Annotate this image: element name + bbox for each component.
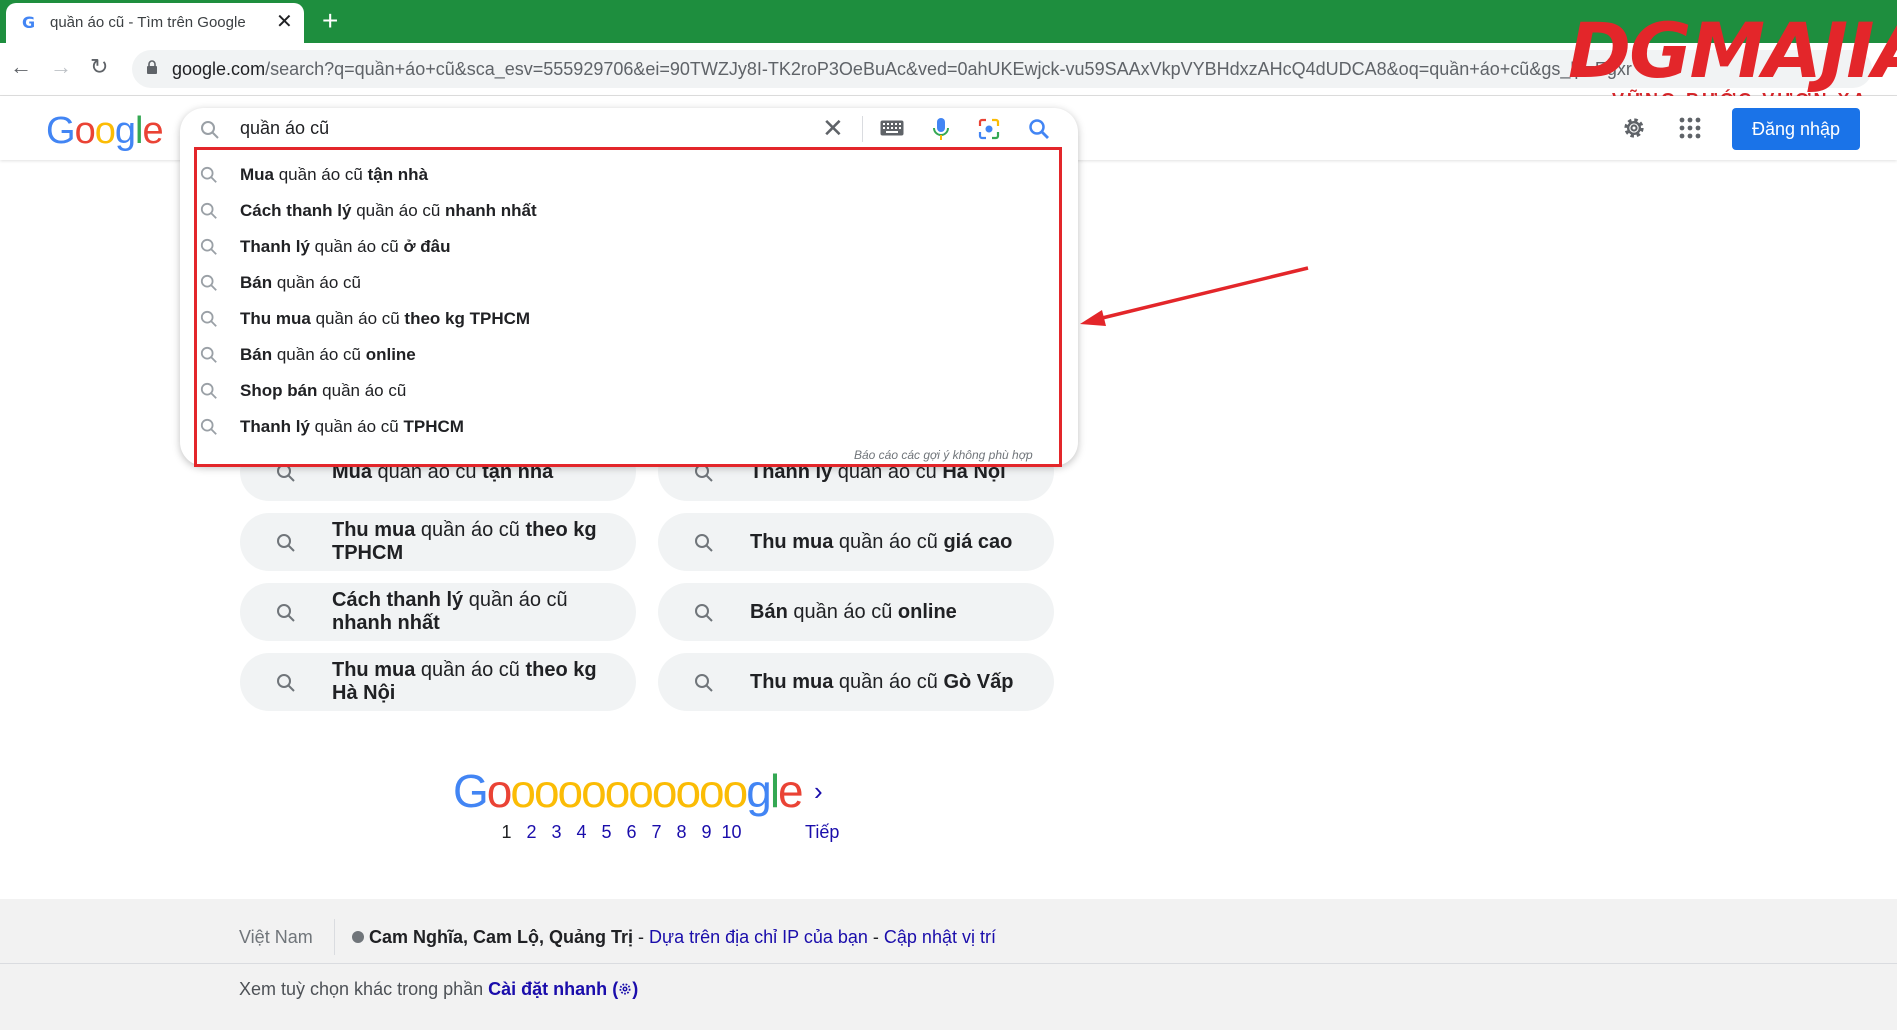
lock-icon xyxy=(147,60,157,74)
search-icon xyxy=(201,121,219,139)
search-divider xyxy=(862,116,863,142)
page-number-link[interactable]: 5 xyxy=(594,822,619,843)
clear-search-icon[interactable]: ✕ xyxy=(822,114,844,142)
reload-icon[interactable]: ↻ xyxy=(90,53,108,81)
forward-arrow-icon[interactable]: → xyxy=(50,53,72,81)
related-search-chip[interactable]: Bán quần áo cũ online xyxy=(658,583,1054,641)
suggestion-item[interactable]: Thanh lý quần áo cũ ở đâu xyxy=(200,232,1020,262)
related-search-text: Cách thanh lý quần áo cũ nhanh nhất xyxy=(332,589,568,634)
search-icon xyxy=(200,202,217,219)
related-search-chip[interactable]: Thu mua quần áo cũ theo kg TPHCM xyxy=(240,513,636,571)
sign-in-button[interactable]: Đăng nhập xyxy=(1732,108,1860,150)
search-icon xyxy=(200,346,217,363)
next-chevron-icon[interactable]: › xyxy=(814,776,823,807)
ip-based-link[interactable]: Dựa trên địa chỉ IP của bạn xyxy=(649,927,868,947)
related-search-text: Thu mua quần áo cũ Gò Vấp xyxy=(750,670,1014,693)
page-numbers: 1 2 3 4 5 6 7 8 9 10 xyxy=(494,822,744,843)
search-icon xyxy=(277,534,295,552)
annotation-arrow xyxy=(1080,266,1309,326)
suggestion-text: Thanh lý quần áo cũ ở đâu xyxy=(240,237,451,256)
page-number-link[interactable]: 2 xyxy=(519,822,544,843)
search-icon xyxy=(695,534,713,552)
footer-settings-text: Xem tuỳ chọn khác trong phần Cài đặt nha… xyxy=(239,979,638,1000)
search-icon xyxy=(200,418,217,435)
back-arrow-icon[interactable]: ← xyxy=(10,53,32,81)
suggestion-item[interactable]: Mua quần áo cũ tận nhà xyxy=(200,160,1020,190)
suggestion-item[interactable]: Bán quần áo cũ online xyxy=(200,340,1020,370)
report-suggestions-link[interactable]: Báo cáo các gợi ý không phù hợp xyxy=(854,448,1033,462)
page-number-link[interactable]: 3 xyxy=(544,822,569,843)
related-search-chip[interactable]: Cách thanh lý quần áo cũ nhanh nhất xyxy=(240,583,636,641)
pagination-logo: Gooooooooooogle xyxy=(453,765,804,817)
brand-name: DGMAJIA xyxy=(1568,6,1897,95)
new-tab-button[interactable]: + xyxy=(322,6,338,36)
search-icon xyxy=(277,604,295,622)
tab-close-icon[interactable]: ✕ xyxy=(276,11,293,33)
search-icon xyxy=(200,166,217,183)
related-search-chip[interactable]: Thu mua quần áo cũ Gò Vấp xyxy=(658,653,1054,711)
quick-settings-link[interactable]: Cài đặt nhanh () xyxy=(488,979,638,999)
suggestion-text: Thu mua quần áo cũ theo kg TPHCM xyxy=(240,309,531,328)
browser-tab[interactable]: G quần áo cũ - Tìm trên Google ✕ xyxy=(6,3,304,43)
suggestion-text: Shop bán quần áo cũ xyxy=(240,381,407,400)
suggestion-item[interactable]: Thanh lý quần áo cũ TPHCM xyxy=(200,412,1020,442)
footer-dash: - xyxy=(867,927,884,947)
google-logo[interactable]: Google xyxy=(46,110,164,153)
footer: Việt Nam Cam Nghĩa, Cam Lộ, Quảng Trị - … xyxy=(0,899,1897,1030)
search-icon xyxy=(200,310,217,327)
page-number-link[interactable]: 7 xyxy=(644,822,669,843)
suggestion-item[interactable]: Shop bán quần áo cũ xyxy=(200,376,1020,406)
google-apps-icon[interactable] xyxy=(1678,116,1702,140)
microphone-icon[interactable] xyxy=(932,117,950,141)
suggestion-text: Bán quần áo cũ online xyxy=(240,345,416,364)
suggestion-text: Cách thanh lý quần áo cũ nhanh nhất xyxy=(240,201,537,220)
suggestion-text: Bán quần áo cũ xyxy=(240,273,361,292)
suggestion-text: Mua quần áo cũ tận nhà xyxy=(240,165,429,184)
suggestion-text: Thanh lý quần áo cũ TPHCM xyxy=(240,417,464,436)
page-number-link[interactable]: 8 xyxy=(669,822,694,843)
related-search-text: Thu mua quần áo cũ theo kg TPHCM xyxy=(332,519,597,564)
search-icon xyxy=(695,604,713,622)
search-icon xyxy=(200,382,217,399)
related-search-text: Bán quần áo cũ online xyxy=(750,600,957,623)
search-input[interactable]: quần áo cũ xyxy=(240,118,329,139)
related-search-chip[interactable]: Thu mua quần áo cũ giá cao xyxy=(658,513,1054,571)
suggestion-item[interactable]: Bán quần áo cũ xyxy=(200,268,1020,298)
google-favicon-icon: G xyxy=(22,13,36,32)
location-dot-icon xyxy=(352,931,364,943)
settings-prefix: Xem tuỳ chọn khác trong phần xyxy=(239,979,489,999)
search-icon xyxy=(277,674,295,692)
next-page-link[interactable]: Tiếp xyxy=(805,822,839,843)
location-name: Cam Nghĩa, Cam Lộ, Quảng Trị xyxy=(369,927,634,947)
footer-location: Cam Nghĩa, Cam Lộ, Quảng Trị - Dựa trên … xyxy=(352,927,996,948)
url-text: google.com/search?q=quần+áo+cũ&sca_esv=5… xyxy=(172,59,1632,79)
related-search-chip[interactable]: Thu mua quần áo cũ theo kg Hà Nội xyxy=(240,653,636,711)
page-number-link[interactable]: 6 xyxy=(619,822,644,843)
google-lens-icon[interactable] xyxy=(978,118,1000,140)
footer-divider xyxy=(0,963,1897,964)
footer-separator xyxy=(334,919,335,955)
related-search-text: Thu mua quần áo cũ giá cao xyxy=(750,530,1013,553)
settings-gear-icon[interactable] xyxy=(1620,114,1648,142)
page-number-link[interactable]: 10 xyxy=(719,822,744,843)
page-number-link: 1 xyxy=(501,822,512,842)
tab-title: quần áo cũ - Tìm trên Google xyxy=(50,14,246,31)
page-number-link[interactable]: 9 xyxy=(694,822,719,843)
search-icon xyxy=(200,238,217,255)
footer-dash: - xyxy=(633,927,650,947)
suggestion-item[interactable]: Thu mua quần áo cũ theo kg TPHCM xyxy=(200,304,1020,334)
search-icon xyxy=(200,274,217,291)
page-number-link[interactable]: 4 xyxy=(569,822,594,843)
suggestion-item[interactable]: Cách thanh lý quần áo cũ nhanh nhất xyxy=(200,196,1020,226)
related-search-text: Thu mua quần áo cũ theo kg Hà Nội xyxy=(332,659,597,704)
keyboard-icon[interactable] xyxy=(880,120,904,136)
update-location-link[interactable]: Cập nhật vị trí xyxy=(884,927,996,947)
footer-country: Việt Nam xyxy=(239,927,313,947)
search-icon xyxy=(695,674,713,692)
settings-gear-icon xyxy=(619,983,631,995)
search-submit-icon[interactable] xyxy=(1028,118,1050,140)
